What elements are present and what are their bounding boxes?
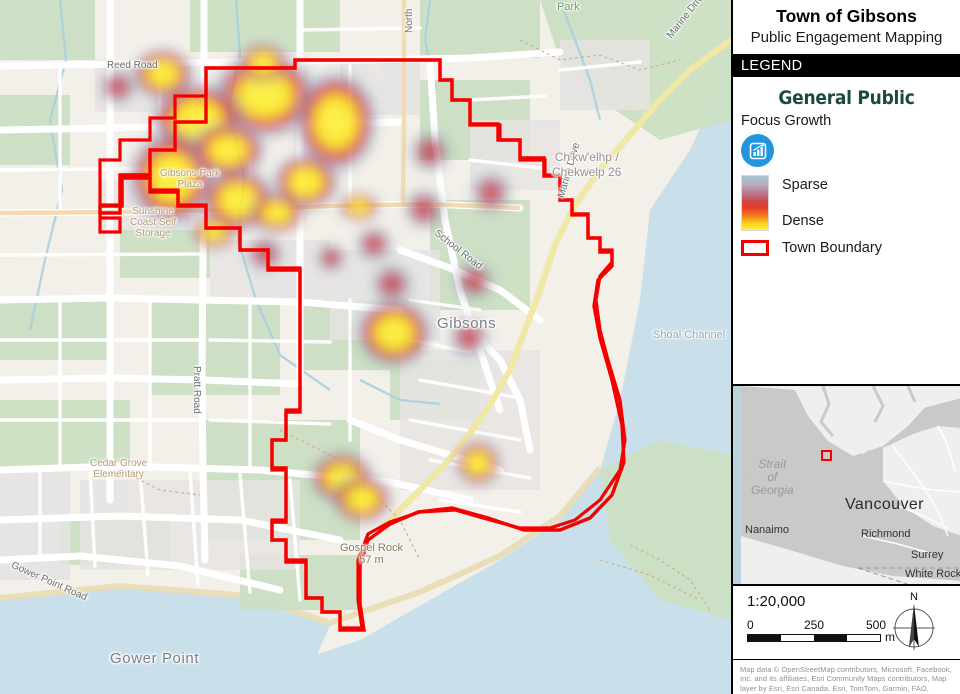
scale-tick-labels: 0 250 500 xyxy=(747,618,886,633)
map-graphic xyxy=(0,0,731,694)
legend-body: General Public Focus Growth Sparse Dense… xyxy=(733,77,960,386)
current-extent-marker xyxy=(821,450,832,461)
scale-block: 1:20,000 0 250 500 m N xyxy=(733,586,960,660)
map-page: Reed Road Park North Marine Drive Marine Dri… xyxy=(0,0,960,694)
map-attribution: Map data © OpenStreetMap contributors, M… xyxy=(733,660,960,694)
scale-tick-250: 250 xyxy=(804,618,825,632)
density-color-ramp xyxy=(741,175,769,231)
growth-icon-row xyxy=(733,134,960,167)
scale-bar xyxy=(747,634,881,642)
ramp-label-sparse: Sparse xyxy=(782,177,828,193)
town-boundary-swatch xyxy=(741,240,769,256)
north-arrow: N xyxy=(886,592,942,656)
legend-header: LEGEND xyxy=(733,55,960,77)
density-ramp-labels: Sparse Dense xyxy=(769,175,828,231)
scale-tick-500: 500 xyxy=(866,618,887,632)
locator-inset-map[interactable]: Strait of Georgia Vancouver Nanaimo Richmond S… xyxy=(733,386,960,586)
legend-panel: Town of Gibsons Public Engagement Mappin… xyxy=(731,0,960,694)
map-canvas[interactable]: Reed Road Park North Marine Drive Marine Dri… xyxy=(0,0,731,694)
density-ramp-row: Sparse Dense xyxy=(733,175,960,231)
scale-tick-0: 0 xyxy=(747,618,754,632)
page-subtitle: Public Engagement Mapping xyxy=(750,29,943,46)
legend-subtitle: Focus Growth xyxy=(741,113,832,129)
town-boundary-legend-row: Town Boundary xyxy=(733,240,960,256)
town-boundary-label: Town Boundary xyxy=(782,240,882,256)
bar-chart-growth-icon xyxy=(741,134,774,167)
map-title-box: Town of Gibsons Public Engagement Mappin… xyxy=(733,0,960,55)
page-title: Town of Gibsons xyxy=(776,6,917,26)
inset-graphic xyxy=(733,386,960,584)
north-label: N xyxy=(910,591,918,603)
ramp-label-dense: Dense xyxy=(782,213,824,229)
legend-title: General Public xyxy=(778,87,915,109)
